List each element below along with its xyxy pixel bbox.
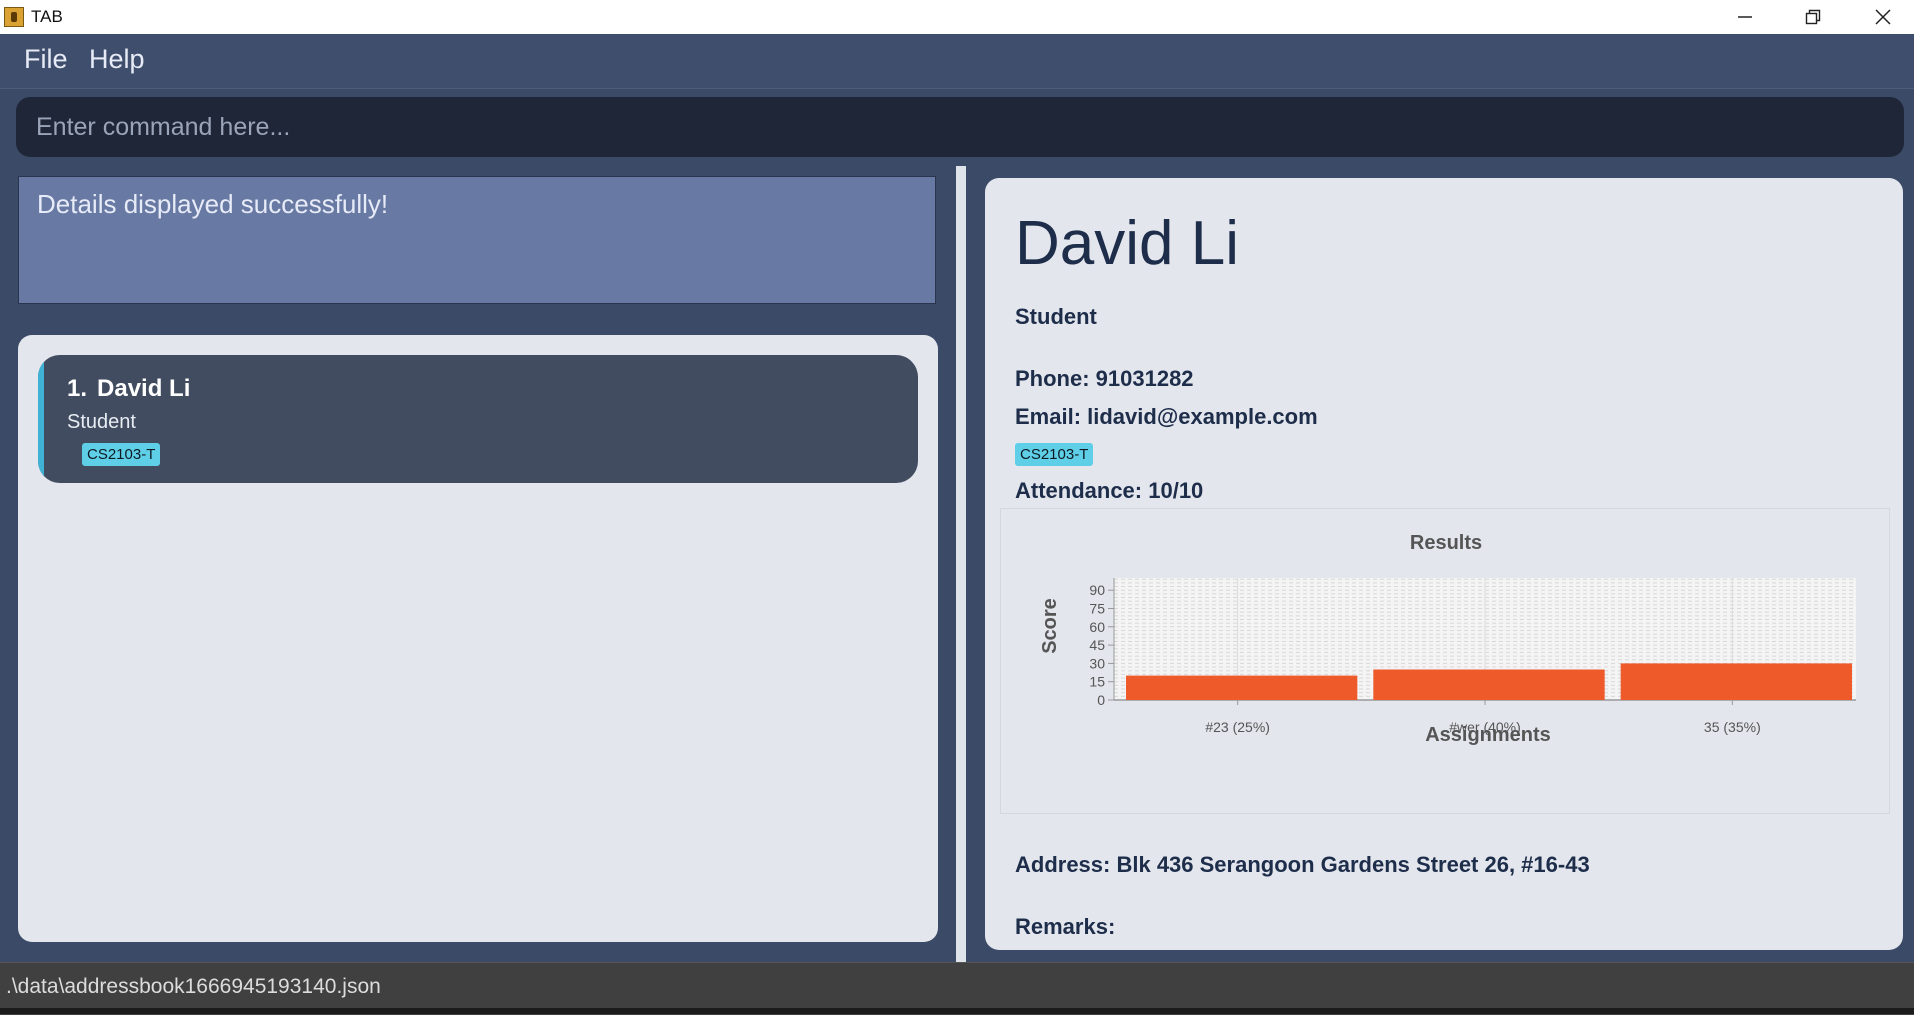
results-chart: Results Assignments Score 0 15 30 45 60 75 90 #… bbox=[1000, 508, 1890, 814]
menu-help[interactable]: Help bbox=[89, 44, 145, 75]
chart-xtick-label: #23 (25%) bbox=[1205, 719, 1270, 735]
detail-address: Address: Blk 436 Serangoon Gardens Stree… bbox=[1015, 852, 1590, 877]
chart-ylabel: Score bbox=[1039, 598, 1061, 654]
command-box bbox=[0, 89, 1914, 165]
detail-name: David Li bbox=[1015, 209, 1239, 278]
restore-icon bbox=[1805, 9, 1821, 25]
right-column: David Li Student Phone: 91031282 Email: … bbox=[966, 166, 1914, 962]
app-icon bbox=[4, 7, 24, 27]
close-button[interactable] bbox=[1848, 0, 1914, 34]
title-bar: TAB bbox=[0, 0, 1914, 35]
minimize-button[interactable] bbox=[1710, 0, 1780, 34]
chart-bar bbox=[1126, 675, 1358, 700]
chart-ytick-label: 75 bbox=[1089, 601, 1105, 617]
left-column: Details displayed successfully! 1. David … bbox=[0, 166, 956, 962]
results-chart-svg: Results Assignments Score 0153045607590#… bbox=[1039, 532, 1856, 746]
chart-xtick-label: #wer (40%) bbox=[1449, 719, 1521, 735]
detail-email: Email: lidavid@example.com bbox=[1015, 404, 1318, 429]
person-role: Student bbox=[67, 411, 136, 433]
person-list[interactable]: 1. David Li Student CS2103-T bbox=[18, 335, 938, 942]
list-item[interactable]: 1. David Li Student CS2103-T bbox=[38, 355, 918, 483]
detail-phone: Phone: 91031282 bbox=[1015, 366, 1194, 391]
person-index: 1. bbox=[67, 375, 88, 402]
chart-plot-area: 0 15 30 45 60 75 90 #23 (25%) #wer (40%) 35 (35%) bbox=[1089, 578, 1856, 735]
split-divider[interactable] bbox=[956, 166, 966, 962]
chart-ytick-label: 90 bbox=[1089, 582, 1105, 598]
restore-button[interactable] bbox=[1778, 0, 1848, 34]
person-name-text: David Li bbox=[97, 375, 191, 402]
detail-panel: David Li Student Phone: 91031282 Email: … bbox=[985, 178, 1903, 950]
detail-attendance: Attendance: 10/10 bbox=[1015, 478, 1204, 503]
menu-bar: File Help bbox=[0, 34, 1914, 89]
chart-ytick-label: 60 bbox=[1089, 619, 1105, 635]
person-tag: CS2103-T bbox=[82, 443, 161, 466]
close-icon bbox=[1875, 9, 1891, 25]
result-message: Details displayed successfully! bbox=[37, 189, 389, 219]
chart-ytick-label: 15 bbox=[1089, 674, 1105, 690]
command-input[interactable] bbox=[16, 97, 1904, 157]
chart-title: Results bbox=[1410, 532, 1482, 554]
chart-bar bbox=[1620, 663, 1852, 700]
status-file-path: .\data\addressbook1666945193140.json bbox=[6, 975, 381, 998]
menu-file[interactable]: File bbox=[24, 44, 68, 75]
minimize-icon bbox=[1738, 16, 1752, 18]
result-display: Details displayed successfully! bbox=[18, 176, 936, 304]
chart-ytick-label: 30 bbox=[1089, 655, 1105, 671]
window-title: TAB bbox=[31, 7, 63, 26]
chart-bar bbox=[1373, 669, 1605, 700]
bottom-strip bbox=[0, 1008, 1914, 1014]
person-name: 1. David Li bbox=[67, 375, 190, 403]
detail-tag: CS2103-T bbox=[1015, 443, 1094, 466]
chart-xtick-label: 35 (35%) bbox=[1704, 719, 1761, 735]
chart-ytick-label: 45 bbox=[1089, 637, 1105, 653]
chart-ytick-label: 0 bbox=[1097, 692, 1105, 708]
detail-role: Student bbox=[1015, 304, 1097, 329]
selection-accent bbox=[38, 355, 44, 483]
detail-remarks: Remarks: bbox=[1015, 914, 1116, 939]
